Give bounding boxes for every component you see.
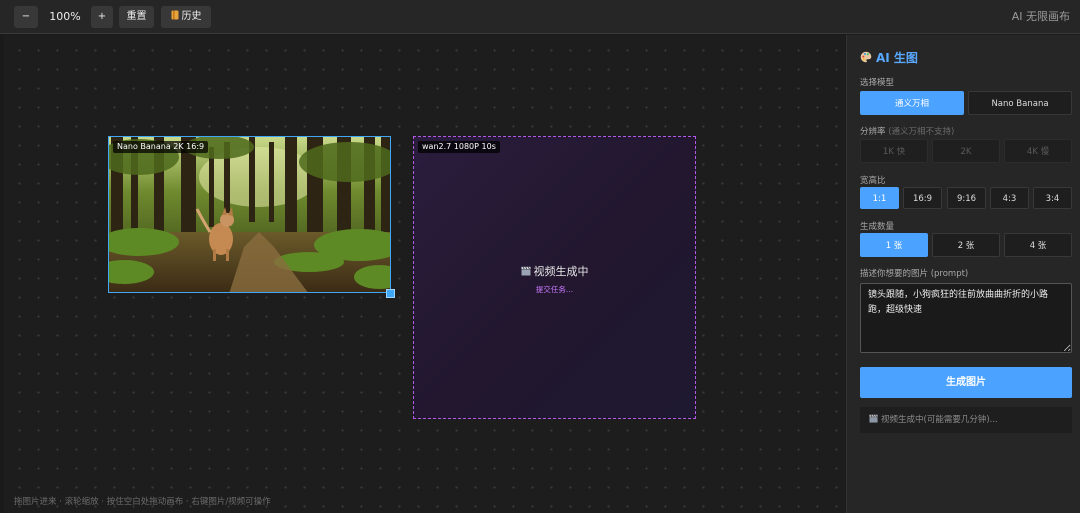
generation-panel: AI 生图 选择模型 通义万相 Nano Banana 分辨率 (通义万相不支持… xyxy=(846,35,1080,513)
resolution-label: 分辨率 (通义万相不支持) xyxy=(860,125,954,137)
video-node[interactable]: wan2.7 1080P 10s 视频生成中 提交任务... xyxy=(413,136,696,419)
count-option-1[interactable]: 1 张 xyxy=(860,233,928,257)
resolution-option-4k[interactable]: 4K 慢 xyxy=(1004,139,1072,163)
image-node[interactable]: Nano Banana 2K 16:9 xyxy=(108,136,391,293)
history-button[interactable]: 历史 xyxy=(161,6,211,28)
zoom-in-button[interactable]: + xyxy=(91,6,113,28)
aspect-option-16-9[interactable]: 16:9 xyxy=(903,187,942,209)
forest-dog-photo xyxy=(109,137,390,292)
aspect-option-4-3[interactable]: 4:3 xyxy=(990,187,1029,209)
video-status: 视频生成中 xyxy=(414,263,695,279)
canvas-hint: 拖图片进来 · 滚轮缩放 · 按住空白处拖动画布 · 右键图片/视频可操作 xyxy=(14,497,271,507)
clapperboard-icon xyxy=(521,266,530,276)
aspect-option-3-4[interactable]: 3:4 xyxy=(1033,187,1072,209)
count-option-4[interactable]: 4 张 xyxy=(1004,233,1072,257)
generation-status-label: 视频生成中(可能需要几分钟)... xyxy=(881,415,998,425)
aspect-label: 宽高比 xyxy=(860,176,886,186)
bookmark-icon xyxy=(171,10,178,20)
resolution-option-1k[interactable]: 1K 快 xyxy=(860,139,928,163)
palette-icon xyxy=(860,51,872,63)
top-toolbar: − 100% + 重置 历史 AI 无限画布 xyxy=(0,0,1080,34)
aspect-option-9-16[interactable]: 9:16 xyxy=(947,187,986,209)
infinite-canvas[interactable]: Nano Banana 2K 16:9 wan2.7 1080P 10s 视频生… xyxy=(4,35,845,513)
history-label: 历史 xyxy=(181,11,202,22)
prompt-input[interactable]: 镜头跟随，小狗疯狂的往前放曲曲折折的小路跑，超级快速 xyxy=(860,283,1072,353)
model-option-nano-banana[interactable]: Nano Banana xyxy=(968,91,1072,115)
image-node-tag: Nano Banana 2K 16:9 xyxy=(113,141,209,153)
resize-handle[interactable] xyxy=(386,289,395,298)
aspect-option-1-1[interactable]: 1:1 xyxy=(860,187,899,209)
video-node-tag: wan2.7 1080P 10s xyxy=(418,141,500,153)
generation-status: 视频生成中(可能需要几分钟)... xyxy=(860,407,1072,433)
zoom-out-button[interactable]: − xyxy=(14,6,38,28)
clapperboard-icon xyxy=(869,414,878,423)
model-label: 选择模型 xyxy=(860,78,895,88)
video-sub-status: 提交任务... xyxy=(535,285,574,294)
resolution-label-text: 分辨率 xyxy=(860,127,886,137)
video-status-label: 视频生成中 xyxy=(533,265,589,278)
count-option-2[interactable]: 2 张 xyxy=(932,233,1000,257)
resolution-option-2k[interactable]: 2K xyxy=(932,139,1000,163)
app-title: AI 无限画布 xyxy=(1011,10,1070,23)
panel-title: AI 生图 xyxy=(860,49,918,66)
prompt-label: 描述你想要的图片 (prompt) xyxy=(860,269,969,279)
count-label: 生成数量 xyxy=(860,222,895,232)
panel-title-label: AI 生图 xyxy=(876,51,918,65)
generate-button[interactable]: 生成图片 xyxy=(860,367,1072,398)
model-option-tongyi[interactable]: 通义万相 xyxy=(860,91,964,115)
zoom-level: 100% xyxy=(49,10,81,23)
resolution-note: (通义万相不支持) xyxy=(888,127,955,137)
reset-button[interactable]: 重置 xyxy=(119,6,154,28)
